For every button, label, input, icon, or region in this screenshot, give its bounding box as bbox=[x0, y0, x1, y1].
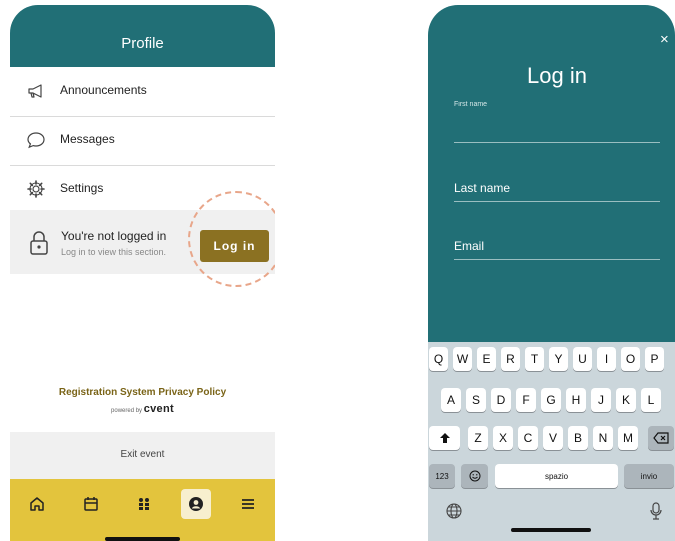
exit-event-button[interactable]: Exit event bbox=[10, 432, 275, 479]
onscreen-keyboard: Q W E R T Y U I O P A S D F G H J K L Z … bbox=[428, 342, 675, 541]
powered-by-cvent: powered by cvent bbox=[10, 403, 275, 415]
key-i[interactable]: I bbox=[597, 347, 616, 371]
close-icon[interactable]: × bbox=[660, 31, 669, 48]
email-field[interactable] bbox=[454, 225, 660, 260]
key-h[interactable]: H bbox=[566, 388, 586, 412]
emoji-key[interactable] bbox=[461, 464, 488, 488]
key-j[interactable]: J bbox=[591, 388, 611, 412]
shift-icon bbox=[439, 433, 450, 443]
menu-item-label: Settings bbox=[60, 181, 104, 195]
menu-item-label: Announcements bbox=[60, 83, 147, 97]
page-title: Profile bbox=[121, 35, 164, 52]
highlight-circle bbox=[188, 191, 275, 287]
shift-key[interactable] bbox=[429, 426, 460, 450]
numbers-key[interactable]: 123 bbox=[429, 464, 455, 488]
delete-key[interactable] bbox=[648, 426, 674, 450]
tab-attendees[interactable] bbox=[129, 489, 159, 519]
login-screen: × Log in Q W E R T Y U I O P A S D F G H… bbox=[428, 5, 675, 541]
first-name-field[interactable] bbox=[454, 97, 660, 143]
key-f[interactable]: F bbox=[516, 388, 536, 412]
first-name-input[interactable] bbox=[454, 101, 660, 108]
key-u[interactable]: U bbox=[573, 347, 592, 371]
tab-profile[interactable] bbox=[181, 489, 211, 519]
bottom-tab-bar bbox=[10, 479, 275, 541]
key-g[interactable]: G bbox=[541, 388, 561, 412]
people-icon bbox=[139, 498, 149, 510]
not-logged-in-subtitle: Log in to view this section. bbox=[61, 247, 167, 257]
megaphone-icon bbox=[28, 84, 42, 98]
key-y[interactable]: Y bbox=[549, 347, 568, 371]
key-v[interactable]: V bbox=[543, 426, 563, 450]
key-s[interactable]: S bbox=[466, 388, 486, 412]
key-b[interactable]: B bbox=[568, 426, 588, 450]
key-a[interactable]: A bbox=[441, 388, 461, 412]
key-w[interactable]: W bbox=[453, 347, 472, 371]
key-d[interactable]: D bbox=[491, 388, 511, 412]
backspace-icon bbox=[653, 432, 669, 444]
key-x[interactable]: X bbox=[493, 426, 513, 450]
key-p[interactable]: P bbox=[645, 347, 664, 371]
last-name-input[interactable] bbox=[454, 181, 660, 195]
gear-icon bbox=[27, 180, 45, 198]
chat-bubble-icon bbox=[27, 132, 45, 149]
powered-by-label: powered by bbox=[111, 408, 143, 414]
key-t[interactable]: T bbox=[525, 347, 544, 371]
menu-item-messages[interactable]: Messages bbox=[10, 116, 275, 166]
globe-icon bbox=[446, 503, 462, 519]
key-r[interactable]: R bbox=[501, 347, 520, 371]
email-input[interactable] bbox=[454, 239, 660, 253]
menu-icon bbox=[242, 499, 254, 509]
key-q[interactable]: Q bbox=[429, 347, 448, 371]
exit-event-label: Exit event bbox=[120, 449, 165, 460]
tab-home[interactable] bbox=[22, 489, 52, 519]
lock-icon bbox=[30, 231, 48, 255]
tab-menu[interactable] bbox=[233, 489, 263, 519]
profile-header: Profile bbox=[10, 5, 275, 67]
profile-icon bbox=[189, 497, 203, 511]
home-indicator bbox=[105, 537, 180, 541]
home-icon bbox=[30, 497, 44, 511]
key-m[interactable]: M bbox=[618, 426, 638, 450]
menu-item-announcements[interactable]: Announcements bbox=[10, 67, 275, 117]
profile-screen: Profile Announcements Messages Settings … bbox=[10, 5, 275, 541]
key-l[interactable]: L bbox=[641, 388, 661, 412]
key-o[interactable]: O bbox=[621, 347, 640, 371]
tab-agenda[interactable] bbox=[76, 489, 106, 519]
language-key[interactable] bbox=[445, 502, 463, 525]
last-name-field[interactable] bbox=[454, 165, 660, 202]
key-k[interactable]: K bbox=[616, 388, 636, 412]
menu-item-label: Messages bbox=[60, 132, 115, 146]
not-logged-in-title: You're not logged in bbox=[61, 229, 167, 243]
key-e[interactable]: E bbox=[477, 347, 496, 371]
dictation-key[interactable] bbox=[649, 502, 663, 525]
key-c[interactable]: C bbox=[518, 426, 538, 450]
login-title: Log in bbox=[527, 63, 587, 88]
emoji-icon bbox=[469, 470, 480, 482]
space-key[interactable]: spazio bbox=[495, 464, 618, 488]
key-z[interactable]: Z bbox=[468, 426, 488, 450]
cvent-logo: cvent bbox=[143, 403, 174, 415]
microphone-icon bbox=[650, 502, 662, 520]
return-key[interactable]: invio bbox=[624, 464, 674, 488]
privacy-policy-link[interactable]: Registration System Privacy Policy bbox=[10, 387, 275, 398]
calendar-icon bbox=[84, 497, 98, 511]
key-n[interactable]: N bbox=[593, 426, 613, 450]
home-indicator bbox=[511, 528, 591, 532]
